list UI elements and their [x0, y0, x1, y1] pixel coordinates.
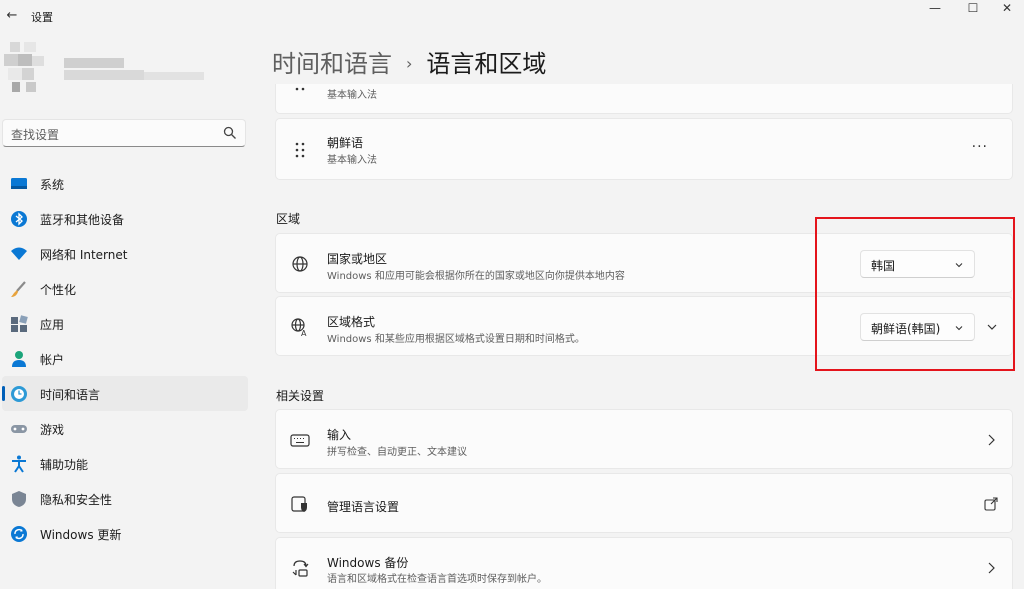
related-item-subtitle: 拼写检查、自动更正、文本建议 [327, 447, 467, 458]
related-item-title: Windows 备份 [327, 556, 409, 570]
sidebar-item-time-language[interactable]: 时间和语言 [2, 376, 248, 411]
breadcrumb-separator: › [406, 54, 413, 73]
sidebar-item-bluetooth[interactable]: 蓝牙和其他设备 [2, 201, 248, 236]
time-language-icon [11, 386, 27, 402]
sidebar-item-apps[interactable]: 应用 [2, 306, 248, 341]
maximize-button[interactable]: ☐ [958, 0, 988, 20]
sidebar-item-label: Windows 更新 [40, 528, 122, 542]
sidebar-item-system[interactable]: 系统 [2, 166, 248, 201]
close-button[interactable]: ✕ [992, 0, 1022, 20]
search-box[interactable]: 查找设置 [2, 119, 246, 147]
highlight-annotation [815, 217, 1015, 371]
sidebar-item-label: 游戏 [40, 423, 65, 437]
sidebar-item-personalization[interactable]: 个性化 [2, 271, 248, 306]
chevron-right-icon [988, 562, 995, 574]
account-name-blurred [64, 58, 204, 82]
keyboard-card-korean[interactable]: 朝鲜语 基本输入法 ··· [275, 118, 1013, 180]
sidebar-item-label: 帐户 [40, 353, 65, 367]
avatar[interactable] [4, 42, 50, 96]
back-arrow-icon[interactable]: ← [4, 8, 20, 24]
update-icon [11, 526, 27, 542]
regional-format-title: 区域格式 [327, 315, 376, 329]
related-item-title: 输入 [327, 428, 352, 442]
minimize-button[interactable]: — [920, 0, 950, 20]
search-input[interactable]: 查找设置 [11, 126, 59, 143]
breadcrumb: 时间和语言 › 语言和区域 [272, 44, 546, 79]
system-icon [11, 178, 27, 189]
sidebar-item-privacy[interactable]: 隐私和安全性 [2, 481, 248, 516]
regional-format-subtitle: Windows 和某些应用根据区域格式设置日期和时间格式。 [327, 334, 585, 345]
related-item-windows-backup[interactable]: Windows 备份 语言和区域格式在检查语言首选项时保存到帐户。 [275, 537, 1013, 589]
regional-format-icon: A [291, 318, 307, 337]
sidebar-item-accounts[interactable]: 帐户 [2, 341, 248, 376]
gaming-icon [11, 425, 27, 433]
brush-icon [11, 281, 26, 297]
account-icon [12, 351, 26, 367]
keyboard-title: 朝鲜语 [327, 136, 364, 150]
sidebar-item-label: 时间和语言 [40, 388, 101, 402]
accessibility-icon [12, 455, 26, 473]
country-title: 国家或地区 [327, 252, 388, 266]
related-item-input[interactable]: 输入 拼写检查、自动更正、文本建议 [275, 409, 1013, 469]
sidebar-item-label: 辅助功能 [40, 458, 89, 472]
sidebar-nav: 系统 蓝牙和其他设备 网络和 Internet 个性化 应用 帐户 时间和语言 … [0, 166, 250, 551]
sidebar-item-label: 个性化 [40, 283, 77, 297]
section-heading-region: 区域 [276, 212, 301, 226]
sidebar-item-gaming[interactable]: 游戏 [2, 411, 248, 446]
svg-text:A: A [301, 329, 307, 337]
admin-language-icon [291, 496, 307, 512]
drag-handle-icon [295, 87, 305, 91]
shield-icon [12, 491, 26, 507]
sidebar-item-label: 网络和 Internet [40, 248, 128, 262]
sidebar-item-accessibility[interactable]: 辅助功能 [2, 446, 248, 481]
related-item-language-settings[interactable]: 管理语言设置 [275, 473, 1013, 533]
keyboard-card-partial[interactable]: 基本输入法 [275, 84, 1013, 114]
drag-handle-icon[interactable] [290, 140, 310, 160]
keyboard-subtitle: 基本输入法 [327, 155, 377, 166]
related-item-title: 管理语言设置 [327, 500, 400, 514]
app-title: 设置 [31, 11, 53, 24]
chevron-right-icon [988, 434, 995, 446]
external-link-icon [984, 497, 998, 511]
apps-icon [11, 315, 28, 332]
sidebar-item-label: 隐私和安全性 [40, 493, 113, 507]
page-title: 语言和区域 [426, 50, 547, 78]
section-heading-related: 相关设置 [276, 389, 325, 403]
sidebar-item-label: 蓝牙和其他设备 [40, 213, 125, 227]
more-options-button[interactable]: ··· [972, 139, 988, 155]
search-icon [223, 126, 236, 139]
sidebar-item-network[interactable]: 网络和 Internet [2, 236, 248, 271]
keyboard-icon [290, 434, 310, 447]
country-subtitle: Windows 和应用可能会根据你所在的国家或地区向你提供本地内容 [327, 271, 625, 282]
related-item-subtitle: 语言和区域格式在检查语言首选项时保存到帐户。 [327, 574, 547, 585]
sidebar-item-windows-update[interactable]: Windows 更新 [2, 516, 248, 551]
sidebar-item-label: 系统 [40, 178, 65, 192]
globe-icon [292, 256, 308, 272]
bluetooth-icon [11, 211, 27, 227]
title-bar: ← 设置 — ☐ ✕ [0, 0, 1024, 30]
wifi-icon [11, 247, 27, 260]
sidebar-item-label: 应用 [40, 318, 65, 332]
backup-icon [292, 560, 309, 577]
breadcrumb-parent[interactable]: 时间和语言 [272, 50, 392, 78]
keyboard-subtitle: 基本输入法 [327, 90, 377, 101]
